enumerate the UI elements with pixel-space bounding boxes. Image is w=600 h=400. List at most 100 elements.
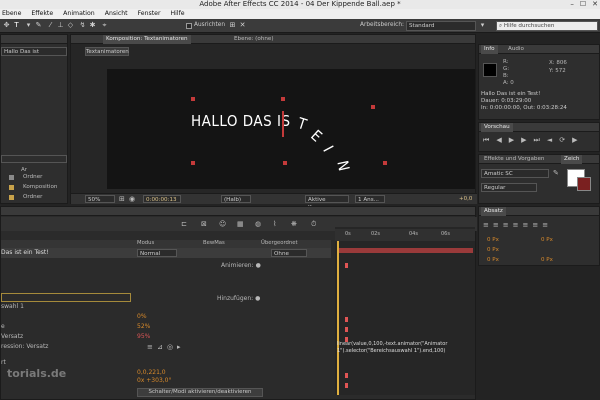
justify-all-icon[interactable]: ≡ bbox=[542, 221, 548, 229]
selector-rename-field[interactable] bbox=[1, 293, 131, 302]
align-center-icon[interactable]: ≡ bbox=[493, 221, 499, 229]
justify-center-icon[interactable]: ≡ bbox=[523, 221, 529, 229]
transform-handle[interactable] bbox=[371, 105, 375, 109]
next-frame-icon[interactable]: ▶ bbox=[521, 136, 526, 145]
puppet-tool-icon[interactable]: ✱ bbox=[88, 21, 97, 30]
current-time-indicator[interactable] bbox=[337, 241, 339, 395]
comp-mini-flowchart-icon[interactable]: ⊏ bbox=[181, 220, 187, 228]
font-family-select[interactable]: Amatic SC bbox=[481, 169, 549, 178]
eraser-tool-icon[interactable]: ◇ bbox=[66, 21, 75, 30]
pan-tool-icon[interactable]: ✥ bbox=[2, 21, 11, 30]
menu-fenster[interactable]: Fenster bbox=[136, 9, 163, 19]
expression-pickwhip-icon[interactable]: ◎ bbox=[167, 343, 173, 351]
tab-composition[interactable]: Komposition: Textanimatoren bbox=[103, 35, 191, 44]
resolution-select[interactable]: (Halb) bbox=[221, 195, 251, 203]
transform-handle[interactable] bbox=[191, 161, 195, 165]
pen-tool-icon[interactable]: ✎ bbox=[34, 21, 43, 30]
keyframe-marker[interactable] bbox=[345, 383, 348, 388]
eyedropper-icon[interactable]: ✎ bbox=[553, 169, 559, 177]
layer-mode-select[interactable]: Normal bbox=[137, 249, 177, 257]
first-frame-icon[interactable]: ⏮ bbox=[483, 136, 489, 145]
expression-language-icon[interactable]: ▸ bbox=[177, 343, 181, 351]
menu-ansicht[interactable]: Ansicht bbox=[103, 9, 130, 19]
list-item[interactable]: Ordner bbox=[1, 193, 67, 202]
tab-effects-presets[interactable]: Effekte und Vorgaben bbox=[481, 155, 547, 164]
justify-left-icon[interactable]: ≡ bbox=[513, 221, 519, 229]
property-value[interactable]: 52% bbox=[137, 323, 150, 330]
transform-handle[interactable] bbox=[191, 97, 195, 101]
exposure-value[interactable]: +0,0 bbox=[459, 196, 472, 202]
transform-handle[interactable] bbox=[383, 161, 387, 165]
property-value[interactable]: 95% bbox=[137, 333, 150, 340]
table-row[interactable]: Das ist ein Test! Normal Ohne bbox=[1, 248, 331, 258]
graph-editor-icon[interactable]: ⌇ bbox=[273, 220, 276, 228]
tab-audio[interactable]: Audio bbox=[505, 45, 527, 54]
grid-icon[interactable]: ⊞ bbox=[119, 195, 125, 203]
indent-first-value[interactable]: 0 Px bbox=[487, 247, 499, 253]
tab-layer[interactable]: Ebene: (ohne) bbox=[231, 35, 277, 44]
space-after-value[interactable]: 0 Px bbox=[541, 257, 553, 263]
loop-icon[interactable]: ⟳ bbox=[559, 136, 565, 145]
keyframe-marker[interactable] bbox=[345, 327, 348, 332]
roto-tool-icon[interactable]: ↯ bbox=[78, 21, 87, 30]
close-button[interactable]: ✕ bbox=[592, 0, 598, 9]
maximize-button[interactable]: ☐ bbox=[580, 0, 586, 9]
keyframe-marker[interactable] bbox=[345, 317, 348, 322]
project-search-input[interactable]: Hallo Das ist bbox=[1, 47, 67, 56]
list-item[interactable]: Ordner bbox=[1, 173, 67, 182]
list-item[interactable]: Komposition bbox=[1, 183, 67, 192]
stroke-color-swatch[interactable] bbox=[577, 177, 591, 191]
animate-menu-icon[interactable]: ● bbox=[256, 262, 261, 269]
indent-left-value[interactable]: 0 Px bbox=[487, 237, 499, 243]
subtab-textanimatoren[interactable]: Textanimatoren bbox=[85, 47, 129, 56]
transform-handle[interactable] bbox=[281, 97, 285, 101]
play-icon[interactable]: ▶ bbox=[509, 136, 514, 145]
tab-paragraph[interactable]: Absatz bbox=[481, 207, 506, 216]
menu-ebene[interactable]: Ebene bbox=[0, 9, 23, 19]
brainstorm-icon[interactable]: ❋ bbox=[291, 220, 297, 228]
menu-effekte[interactable]: Effekte bbox=[29, 9, 55, 19]
camera-select[interactable]: Aktive Kamera bbox=[305, 195, 349, 211]
layer-duration-bar[interactable] bbox=[337, 248, 473, 253]
keyframe-marker[interactable] bbox=[345, 263, 348, 268]
add-menu-icon[interactable]: ● bbox=[255, 295, 260, 302]
zoom-select[interactable]: 50% bbox=[85, 195, 115, 203]
property-value[interactable]: 0% bbox=[137, 313, 147, 320]
text-tool-icon[interactable]: T bbox=[12, 21, 21, 30]
ram-preview-icon[interactable]: ▶ bbox=[572, 136, 577, 145]
indent-right-value[interactable]: 0 Px bbox=[541, 237, 553, 243]
frame-blending-icon[interactable]: ▦ bbox=[237, 220, 244, 228]
timeline-icon[interactable]: ⏱ bbox=[311, 220, 316, 228]
views-select[interactable]: 1 Ans... bbox=[355, 195, 385, 203]
workspace-menu-icon[interactable]: ▾ bbox=[478, 21, 487, 30]
layer-parent-select[interactable]: Ohne bbox=[271, 249, 307, 257]
camera-icon[interactable]: ◉ bbox=[129, 195, 135, 203]
property-value[interactable]: 0,0,221,0 bbox=[137, 369, 166, 376]
space-before-value[interactable]: 0 Px bbox=[487, 257, 499, 263]
last-frame-icon[interactable]: ⏭ bbox=[533, 136, 539, 145]
audio-icon[interactable]: ◄ bbox=[547, 136, 552, 145]
expression-text[interactable]: linear(value,0,100,-text.animator("Anima… bbox=[337, 341, 473, 355]
motion-blur-icon[interactable]: ◍ bbox=[255, 220, 261, 228]
tab-preview[interactable]: Vorschau bbox=[481, 123, 513, 132]
draft-3d-icon[interactable]: ⊠ bbox=[201, 220, 207, 228]
tab-info[interactable]: Info bbox=[481, 45, 498, 54]
menu-hilfe[interactable]: Hilfe bbox=[169, 9, 187, 19]
menu-animation[interactable]: Animation bbox=[61, 9, 97, 19]
expression-enable-icon[interactable]: ≡ bbox=[147, 343, 153, 351]
font-style-select[interactable]: Regular bbox=[481, 183, 537, 192]
stamp-tool-icon[interactable]: ⊥ bbox=[56, 21, 65, 30]
workspace-select[interactable]: Standard bbox=[406, 21, 476, 31]
brush-tool-icon[interactable]: ⁄ bbox=[46, 21, 55, 30]
justify-right-icon[interactable]: ≡ bbox=[532, 221, 538, 229]
composition-canvas[interactable]: HALLO DAS IS T E I N bbox=[107, 69, 475, 189]
expression-graph-icon[interactable]: ⊿ bbox=[157, 343, 163, 351]
prev-frame-icon[interactable]: ◀ bbox=[496, 136, 501, 145]
keyframe-marker[interactable] bbox=[345, 373, 348, 378]
timecode-field[interactable]: 0:00:00:13 bbox=[143, 195, 181, 203]
help-search-input[interactable]: ⌕ Hilfe durchsuchen bbox=[496, 21, 598, 31]
axis-icon[interactable]: ✕ bbox=[238, 21, 247, 30]
dropdown-arrow-icon[interactable]: ▾ bbox=[24, 21, 33, 30]
align-left-icon[interactable]: ≡ bbox=[483, 221, 489, 229]
time-graph-area[interactable]: 0s 02s 04s 06s linear(value,0,100,-text.… bbox=[335, 227, 475, 395]
